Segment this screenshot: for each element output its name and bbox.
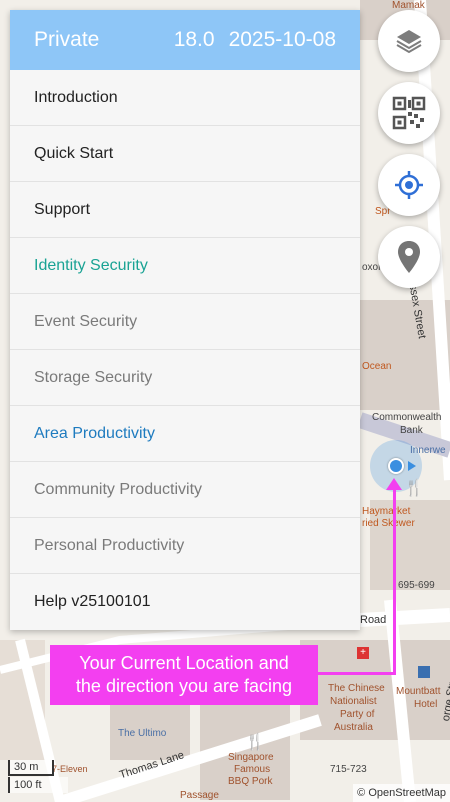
map-label: Innerwe <box>410 445 446 456</box>
callout-connector <box>393 486 396 675</box>
map-label: Nationalist <box>330 696 377 707</box>
tooltip-line: the direction you are facing <box>75 676 293 696</box>
menu-item-event-security[interactable]: Event Security <box>10 294 360 350</box>
location-hint-tooltip: Your Current Location and the direction … <box>50 645 318 705</box>
map-pin-icon <box>398 241 420 273</box>
scale-imperial: 100 ft <box>8 777 68 793</box>
map-label: 7-Eleven <box>52 764 88 774</box>
map-label: Singapore <box>228 752 274 763</box>
pharmacy-icon: + <box>357 647 369 659</box>
version-label: 18.0 <box>173 28 215 51</box>
date-label: 2025-10-08 <box>228 28 336 51</box>
menu-item-community-productivity[interactable]: Community Productivity <box>10 462 360 518</box>
menu-item-quick-start[interactable]: Quick Start <box>10 126 360 182</box>
map-label: Hotel <box>414 699 438 710</box>
map-label: Road <box>360 614 387 626</box>
menu-item-identity-security[interactable]: Identity Security <box>10 238 360 294</box>
map-label: 715-723 <box>330 764 367 775</box>
callout-arrow-icon <box>386 478 402 490</box>
menu-item-support[interactable]: Support <box>10 182 360 238</box>
map-label: Famous <box>234 764 271 775</box>
layers-icon <box>396 30 422 54</box>
crosshair-location-icon <box>395 171 423 199</box>
qr-code-button[interactable] <box>378 82 440 144</box>
map-attribution[interactable]: © OpenStreetMap <box>353 784 450 802</box>
map-label: Mountbatt <box>396 686 441 697</box>
map-label: The Ultimo <box>118 728 167 739</box>
map-label: ried Skewer <box>362 518 415 529</box>
menu-item-personal-productivity[interactable]: Personal Productivity <box>10 518 360 574</box>
hotel-icon <box>418 666 430 678</box>
tooltip-line: Your Current Location and <box>79 653 289 673</box>
map-label: Party of <box>340 709 375 720</box>
restaurant-icon: 🍴 <box>245 734 265 751</box>
callout-connector <box>318 672 396 675</box>
restaurant-icon: 🍴 <box>404 480 424 497</box>
map-label: Passage <box>180 790 219 801</box>
menu-item-help[interactable]: Help v25100101 <box>10 574 360 630</box>
drawer-header: Private 18.0 2025-10-08 <box>10 10 360 70</box>
scale-metric: 30 m <box>8 760 54 776</box>
map-label: 695-699 <box>398 580 435 591</box>
map-label: Bank <box>400 425 423 436</box>
map-label: Ocean <box>362 361 392 372</box>
map-label: BBQ Pork <box>228 776 273 787</box>
map-label: Commonwealth <box>372 412 442 423</box>
current-location-marker <box>388 458 404 474</box>
drawer-title: Private <box>34 28 100 51</box>
map-label: Australia <box>334 722 373 733</box>
map-label: The Chinese <box>328 683 385 694</box>
menu-item-introduction[interactable]: Introduction <box>10 70 360 126</box>
navigation-drawer: Private 18.0 2025-10-08 Introduction Qui… <box>10 10 360 630</box>
menu-item-storage-security[interactable]: Storage Security <box>10 350 360 406</box>
locate-me-button[interactable] <box>378 154 440 216</box>
map-label: Haymarket <box>362 506 411 517</box>
direction-arrow-icon <box>408 461 416 471</box>
layers-button[interactable] <box>378 10 440 72</box>
pin-button[interactable] <box>378 226 440 288</box>
menu-item-area-productivity[interactable]: Area Productivity <box>10 406 360 462</box>
qr-code-icon <box>392 96 426 130</box>
